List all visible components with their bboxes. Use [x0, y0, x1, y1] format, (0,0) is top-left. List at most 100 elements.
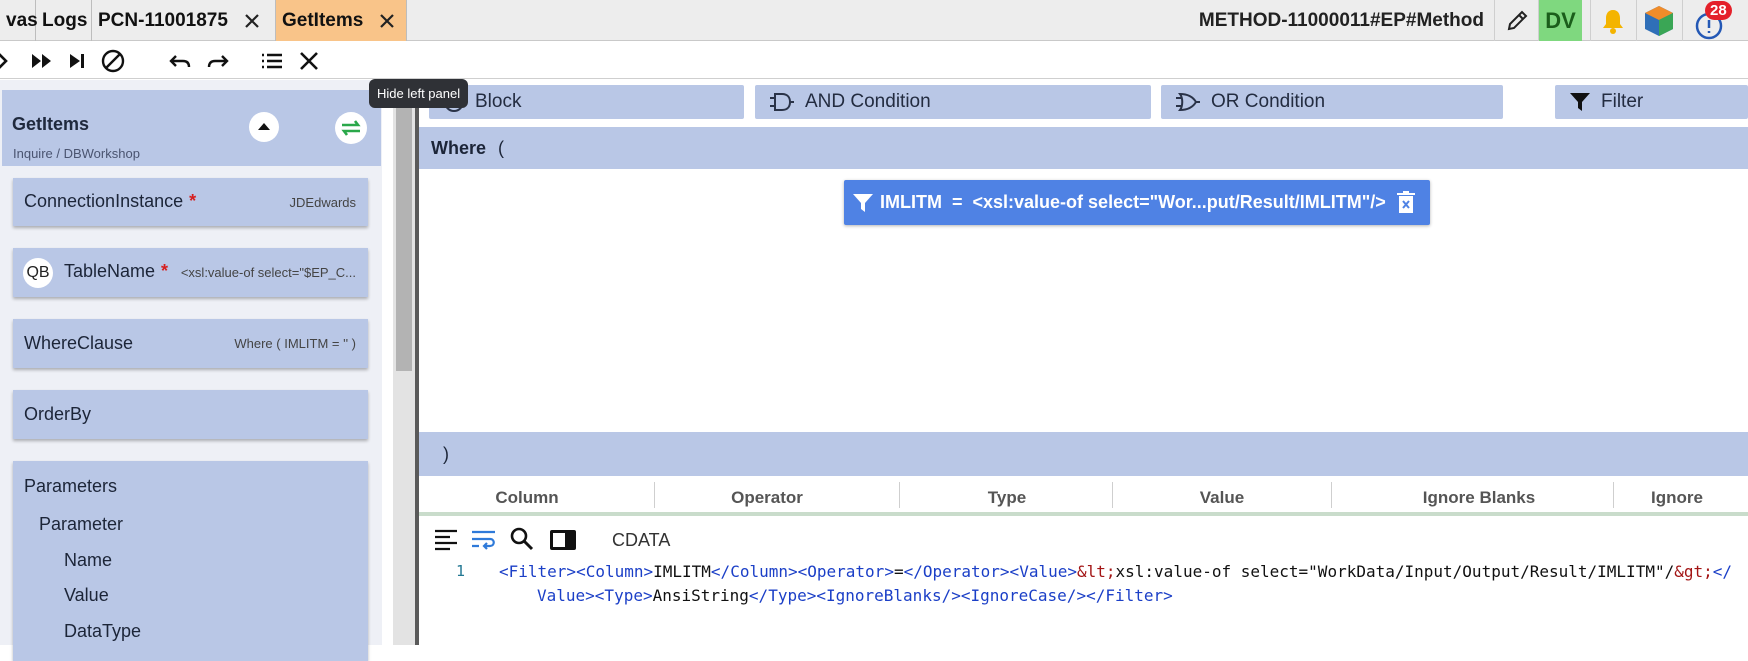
required-marker: * [161, 261, 169, 281]
column-header[interactable]: Ignore [1651, 488, 1748, 508]
close-paren: ) [443, 443, 449, 464]
query-builder-badge[interactable]: QB [23, 258, 53, 288]
editor-toolbar [0, 41, 1748, 79]
filter-grid-header: Column Operator Type Value Ignore Blanks… [419, 478, 1748, 516]
search-icon[interactable] [510, 527, 534, 551]
parameter-field-datatype: DataType [64, 621, 142, 641]
activity-breadcrumb: Inquire / DBWorkshop [13, 146, 140, 161]
card-label: WhereClause [24, 333, 134, 353]
skip-next-icon[interactable] [65, 49, 89, 73]
button-label: Block [475, 91, 522, 112]
tab-label: Logs [42, 9, 88, 31]
block-icon[interactable] [101, 49, 125, 73]
and-gate-icon [770, 93, 794, 111]
chevron-right-icon[interactable] [0, 49, 16, 73]
column-divider [1112, 482, 1113, 508]
collapse-up-icon[interactable] [248, 111, 280, 143]
delete-icon[interactable] [1396, 190, 1416, 215]
column-divider [654, 482, 655, 508]
word-wrap-icon[interactable] [471, 528, 497, 552]
button-label: AND Condition [805, 91, 931, 112]
add-and-condition-button[interactable]: AND Condition [755, 85, 1151, 119]
column-divider [1613, 482, 1614, 508]
filter-chip[interactable]: IMLITM = <xsl:value-of select="Wor...put… [844, 180, 1430, 225]
tab-canvas[interactable]: vas [0, 0, 38, 41]
tab-label: GetItems [282, 9, 364, 31]
column-header[interactable]: Type [939, 488, 1075, 508]
parameter-field-value: Value [64, 585, 109, 605]
open-paren: ( [498, 137, 505, 158]
order-by-card[interactable]: OrderBy [13, 390, 368, 439]
add-or-condition-button[interactable]: OR Condition [1161, 85, 1503, 119]
connection-instance-card[interactable]: ConnectionInstance * JDEdwards [13, 178, 368, 226]
where-keyword: Where [431, 137, 487, 158]
app-logo-button[interactable] [1636, 0, 1680, 41]
parameters-label: Parameters [24, 476, 118, 496]
close-icon[interactable] [242, 11, 262, 31]
where-builder: Block AND Condition OR Condition Filter … [419, 80, 1748, 645]
format-align-icon[interactable] [434, 528, 458, 552]
list-icon[interactable] [260, 49, 284, 73]
activity-title: GetItems [12, 114, 90, 134]
where-close-block: ) [419, 432, 1748, 476]
avatar[interactable]: DV [1538, 0, 1582, 41]
activity-header: GetItems Inquire / DBWorkshop [2, 90, 381, 166]
where-clause-card[interactable]: WhereClause Where ( IMLITM = '' ) [13, 319, 368, 368]
parameter-field-name: Name [64, 550, 113, 570]
close-icon[interactable] [377, 11, 397, 31]
tab-getitems[interactable]: GetItems [276, 0, 407, 41]
or-gate-icon [1176, 92, 1200, 112]
column-header[interactable]: Ignore Blanks [1379, 488, 1579, 508]
filter-icon [1570, 93, 1590, 111]
notifications-button[interactable] [1590, 0, 1634, 41]
notification-badge: 28 [1705, 1, 1732, 20]
code-line-wrapped: Value><Type>AnsiString</Type><IgnoreBlan… [537, 586, 1173, 605]
tab-pcn[interactable]: PCN-11001875 [92, 0, 276, 41]
filter-column: IMLITM [880, 192, 942, 212]
fast-forward-icon[interactable] [30, 49, 54, 73]
where-open-block: Where ( [419, 127, 1748, 169]
cdata-toggle[interactable]: CDATA [612, 530, 670, 551]
code-line: <Filter><Column>IMLITM</Column><Operator… [499, 562, 1733, 581]
tooltip: Hide left panel [369, 79, 469, 108]
close-icon[interactable] [297, 49, 321, 73]
undo-icon[interactable] [168, 49, 192, 73]
card-label: OrderBy [24, 404, 92, 424]
table-name-card[interactable]: QB TableName * <xsl:value-of select="$EP_… [13, 248, 368, 297]
parameter-label: Parameter [39, 514, 124, 534]
pencil-icon [1507, 10, 1527, 30]
add-block-button[interactable]: Block [429, 85, 744, 119]
line-number: 1 [456, 562, 466, 580]
parameters-card[interactable]: Parameters Parameter Name Value DataType [13, 461, 368, 661]
method-title: METHOD-11000011#EP#Method [1198, 9, 1484, 31]
filter-icon [853, 193, 873, 212]
card-value: <xsl:value-of select="$EP_C... [180, 265, 356, 280]
help-button[interactable]: 28 [1682, 0, 1734, 41]
edit-button[interactable] [1494, 0, 1538, 41]
column-header[interactable]: Value [1154, 488, 1290, 508]
refresh-icon[interactable] [334, 111, 368, 145]
button-label: OR Condition [1211, 91, 1326, 112]
column-header[interactable]: Operator [699, 488, 835, 508]
card-label: ConnectionInstance * [24, 191, 197, 211]
card-value: JDEdwards [289, 195, 356, 210]
card-value: Where ( IMLITM = '' ) [234, 336, 356, 351]
column-divider [899, 482, 900, 508]
button-label: Filter [1601, 91, 1644, 112]
column-header[interactable]: Column [459, 488, 595, 508]
cube-logo-icon [1644, 5, 1673, 36]
scrollbar-thumb[interactable] [396, 99, 412, 371]
card-label: TableName * [64, 261, 169, 281]
tab-label: vas [6, 9, 38, 31]
add-filter-button[interactable]: Filter [1555, 85, 1748, 119]
filter-operator: = [951, 192, 963, 212]
redo-icon[interactable] [206, 49, 230, 73]
bell-icon [1602, 9, 1623, 34]
left-panel: GetItems Inquire / DBWorkshop Connection… [0, 80, 382, 661]
filter-value: <xsl:value-of select="Wor...put/Result/I… [972, 192, 1386, 212]
required-marker: * [189, 191, 197, 211]
toggle-panel-icon[interactable] [549, 528, 577, 552]
xml-code-editor[interactable]: 1 <Filter><Column>IMLITM</Column><Operat… [419, 558, 1748, 645]
tab-logs[interactable]: Logs [36, 0, 92, 41]
editor-toolbar: CDATA [419, 520, 1748, 558]
